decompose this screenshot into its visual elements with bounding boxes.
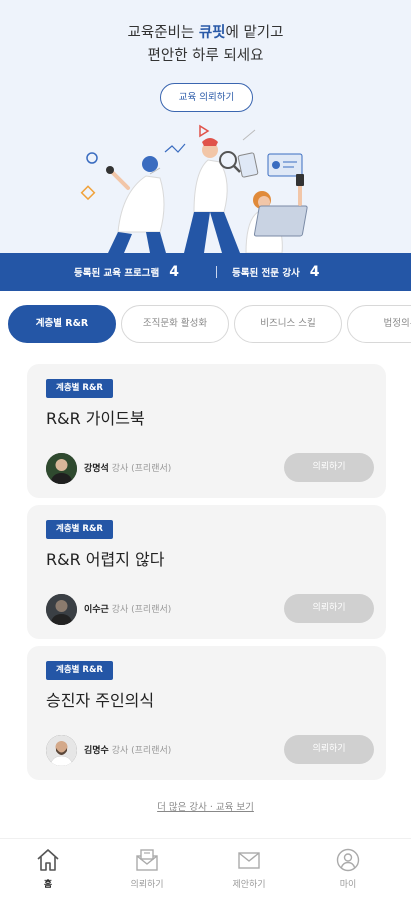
nav-proposal-label: 제안하기 <box>232 880 266 890</box>
category-badge: 계층별 R&R <box>46 661 113 680</box>
request-button[interactable]: 의뢰하기 <box>284 735 374 764</box>
instructor-role: 강사 (프리랜서) <box>108 746 172 756</box>
instructor-name: 강명석 <box>84 464 109 474</box>
instructor-avatar <box>46 735 77 766</box>
more-instructors-link[interactable]: 더 많은 강사 · 교육 보기 <box>0 799 411 813</box>
instructor-role: 강사 (프리랜서) <box>108 464 172 474</box>
education-request-button[interactable]: 교육 의뢰하기 <box>160 83 253 112</box>
instructor-info: 김명수 강사 (프리랜서) <box>84 743 171 756</box>
nav-my-label: 마이 <box>339 880 357 890</box>
nav-home-label: 홈 <box>43 880 53 890</box>
registered-programs-stat: 등록된 교육 프로그램 4 <box>74 253 179 291</box>
request-button[interactable]: 의뢰하기 <box>284 594 374 623</box>
mail-icon <box>238 852 260 869</box>
tab-hierarchical-rr[interactable]: 계층별 R&R <box>8 305 116 343</box>
tab-legal-obligation[interactable]: 법정의무 <box>347 305 411 343</box>
instructor-name: 이수근 <box>84 605 109 615</box>
instructor-info: 이수근 강사 (프리랜서) <box>84 602 171 615</box>
bottom-navigation: 홈 의뢰하기 제안하기 마이 <box>0 838 411 900</box>
hero-title-line2: 편안한 하루 되세요 <box>147 48 264 64</box>
tab-org-culture[interactable]: 조직문화 활성화 <box>121 305 229 343</box>
course-title: R&R 어렵지 않다 <box>46 550 165 569</box>
instructor-avatar <box>46 594 77 625</box>
nav-proposal[interactable]: 제안하기 <box>209 847 289 890</box>
tab-business-skill[interactable]: 비즈니스 스킬 <box>234 305 342 343</box>
request-envelope-icon <box>136 849 158 871</box>
user-icon <box>336 848 360 872</box>
registered-instructors-count: 4 <box>309 264 320 280</box>
stats-bar: 등록된 교육 프로그램 4 등록된 전문 강사 4 <box>0 253 411 291</box>
course-card[interactable]: 계층별 R&R R&R 어렵지 않다 이수근 강사 (프리랜서) 의뢰하기 <box>27 505 386 639</box>
registered-instructors-label: 등록된 전문 강사 <box>232 268 300 279</box>
course-card[interactable]: 계층별 R&R 승진자 주인의식 김명수 강사 (프리랜서) 의뢰하기 <box>27 646 386 780</box>
hero-title: 교육준비는 큐핏에 맡기고 편안한 하루 되세요 <box>0 22 411 68</box>
instructor-info: 강명석 강사 (프리랜서) <box>84 461 171 474</box>
category-badge: 계층별 R&R <box>46 520 113 539</box>
instructor-role: 강사 (프리랜서) <box>108 605 172 615</box>
category-tabs: 계층별 R&R 조직문화 활성화 비즈니스 스킬 법정의무 <box>0 305 411 345</box>
home-icon <box>37 849 59 871</box>
nav-my[interactable]: 마이 <box>308 847 388 890</box>
nav-home[interactable]: 홈 <box>8 847 88 890</box>
category-badge: 계층별 R&R <box>46 379 113 398</box>
hero-illustration <box>80 124 308 253</box>
brand-name: 큐핏 <box>198 25 226 41</box>
registered-programs-label: 등록된 교육 프로그램 <box>74 268 160 279</box>
nav-request[interactable]: 의뢰하기 <box>107 847 187 890</box>
registered-instructors-stat: 등록된 전문 강사 4 <box>232 253 320 291</box>
request-button[interactable]: 의뢰하기 <box>284 453 374 482</box>
nav-request-label: 의뢰하기 <box>130 880 164 890</box>
registered-programs-count: 4 <box>169 264 180 280</box>
instructor-avatar <box>46 453 77 484</box>
course-card[interactable]: 계층별 R&R R&R 가이드북 강명석 강사 (프리랜서) 의뢰하기 <box>27 364 386 498</box>
course-title: R&R 가이드북 <box>46 409 145 428</box>
hero-section: 교육준비는 큐핏에 맡기고 편안한 하루 되세요 교육 의뢰하기 <box>0 0 411 253</box>
course-title: 승진자 주인의식 <box>46 691 155 710</box>
instructor-name: 김명수 <box>84 746 109 756</box>
stats-divider <box>216 266 217 278</box>
hero-title-line1: 교육준비는 큐핏에 맡기고 <box>127 25 284 41</box>
